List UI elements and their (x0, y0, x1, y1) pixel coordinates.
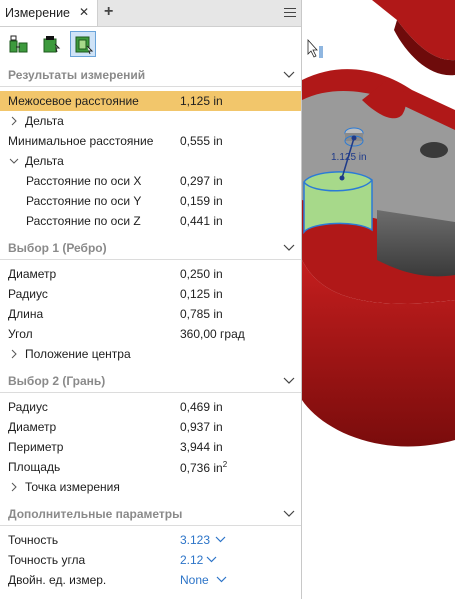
measure-panel: Измерение ✕ + Результаты измерений Межос… (0, 0, 302, 599)
row-value: 1,125 in (180, 94, 223, 108)
row-label: Дельта (25, 114, 64, 128)
row-sel2-perimeter: Периметр 3,944 in (0, 437, 301, 457)
close-icon[interactable]: ✕ (79, 5, 89, 19)
row-label: Расстояние по оси X (26, 174, 142, 188)
row-value: 3,944 in (180, 440, 223, 454)
row-label: Расстояние по оси Z (26, 214, 141, 228)
row-label: Двойн. ед. измер. (8, 573, 107, 587)
section-title: Выбор 2 (Грань) (8, 374, 106, 388)
row-label: Минимальное расстояние (8, 134, 154, 148)
measure-tool-icon[interactable] (6, 31, 32, 57)
row-sel2-radius: Радиус 0,469 in (0, 397, 301, 417)
section-title: Результаты измерений (8, 68, 146, 82)
chevron-down-icon[interactable] (216, 576, 227, 583)
row-center-position[interactable]: Положение центра (0, 344, 301, 364)
section-results-header[interactable]: Результаты измерений (0, 63, 301, 87)
chevron-right-icon[interactable] (11, 482, 18, 492)
add-tab-icon[interactable]: + (104, 3, 113, 21)
row-label: Точность угла (8, 553, 86, 567)
row-value: 0,785 in (180, 307, 223, 321)
row-measure-point[interactable]: Точка измерения (0, 477, 301, 497)
row-value: 0,937 in (180, 420, 223, 434)
row-delta-expanded[interactable]: Дельта (0, 151, 301, 171)
row-center-distance[interactable]: Межосевое расстояние 1,125 in (0, 91, 301, 111)
toolbar (0, 27, 301, 63)
row-angle-precision[interactable]: Точность угла 2.12 (0, 550, 301, 570)
row-label: Длина (8, 307, 44, 321)
row-value: 0,159 in (180, 194, 223, 208)
hamburger-menu-icon[interactable] (284, 8, 296, 20)
tab-bar: Измерение ✕ + (0, 0, 301, 27)
chevron-right-icon[interactable] (11, 116, 18, 126)
chevron-right-icon[interactable] (11, 349, 18, 359)
row-value: 0,555 in (180, 134, 223, 148)
row-value: 0,250 in (180, 267, 223, 281)
row-delta-y: Расстояние по оси Y 0,159 in (0, 191, 301, 211)
row-delta-x: Расстояние по оси X 0,297 in (0, 171, 301, 191)
row-sel1-radius: Радиус 0,125 in (0, 284, 301, 304)
precision-dropdown[interactable]: 3.123 (180, 533, 210, 547)
row-label: Радиус (8, 287, 48, 301)
chevron-down-icon[interactable] (215, 536, 226, 543)
chevron-down-icon[interactable] (283, 377, 295, 384)
row-label: Расстояние по оси Y (26, 194, 142, 208)
row-value: 0,469 in (180, 400, 223, 414)
row-label: Точность (8, 533, 59, 547)
row-sel1-angle: Угол 360,00 град (0, 324, 301, 344)
area-unit-superscript: 2 (222, 460, 228, 469)
row-label: Дельта (25, 154, 64, 168)
area-value: 0,736 in (180, 461, 223, 475)
angle-precision-dropdown[interactable]: 2.12 (180, 553, 203, 567)
row-value: 360,00 град (180, 327, 245, 341)
part-model[interactable] (302, 0, 455, 599)
tab-title: Измерение (5, 6, 71, 20)
row-label: Межосевое расстояние (8, 94, 139, 108)
measure-area-icon[interactable] (70, 31, 96, 57)
chevron-down-icon[interactable] (206, 556, 217, 563)
row-sel1-diameter: Диаметр 0,250 in (0, 264, 301, 284)
row-label: Угол (8, 327, 33, 341)
row-delta-z: Расстояние по оси Z 0,441 in (0, 211, 301, 231)
row-delta-collapsed[interactable]: Дельта (0, 111, 301, 131)
chevron-down-icon[interactable] (283, 244, 295, 251)
row-label: Радиус (8, 400, 48, 414)
row-label: Периметр (8, 440, 64, 454)
measure-loop-icon[interactable] (38, 31, 64, 57)
row-sel1-length: Длина 0,785 in (0, 304, 301, 324)
row-value: 0,125 in (180, 287, 223, 301)
section-title: Выбор 1 (Ребро) (8, 241, 107, 255)
row-label: Точка измерения (25, 480, 120, 494)
row-sel2-diameter: Диаметр 0,937 in (0, 417, 301, 437)
section-extra-header[interactable]: Дополнительные параметры (0, 502, 301, 526)
row-label: Положение центра (25, 347, 131, 361)
row-sel2-area: Площадь 0,736 in2 (0, 457, 301, 477)
row-precision[interactable]: Точность 3.123 (0, 530, 301, 550)
row-value: 0,736 in2 (180, 460, 227, 475)
row-label: Диаметр (8, 420, 57, 434)
tab-measure[interactable]: Измерение ✕ (0, 0, 98, 26)
section-title: Дополнительные параметры (8, 507, 183, 521)
dual-units-dropdown[interactable]: None (180, 573, 209, 587)
chevron-down-icon[interactable] (283, 71, 295, 78)
row-min-distance[interactable]: Минимальное расстояние 0,555 in (0, 131, 301, 151)
row-label: Площадь (8, 460, 61, 474)
row-value: 0,441 in (180, 214, 223, 228)
section-selection2-header[interactable]: Выбор 2 (Грань) (0, 369, 301, 393)
section-selection1-header[interactable]: Выбор 1 (Ребро) (0, 236, 301, 260)
model-viewport[interactable]: 1.125 in (302, 0, 455, 599)
chevron-down-icon[interactable] (283, 510, 295, 517)
dimension-label: 1.125 in (331, 152, 367, 163)
chevron-down-icon[interactable] (9, 158, 19, 165)
row-value: 0,297 in (180, 174, 223, 188)
row-label: Диаметр (8, 267, 57, 281)
row-dual-units[interactable]: Двойн. ед. измер. None (0, 570, 301, 590)
